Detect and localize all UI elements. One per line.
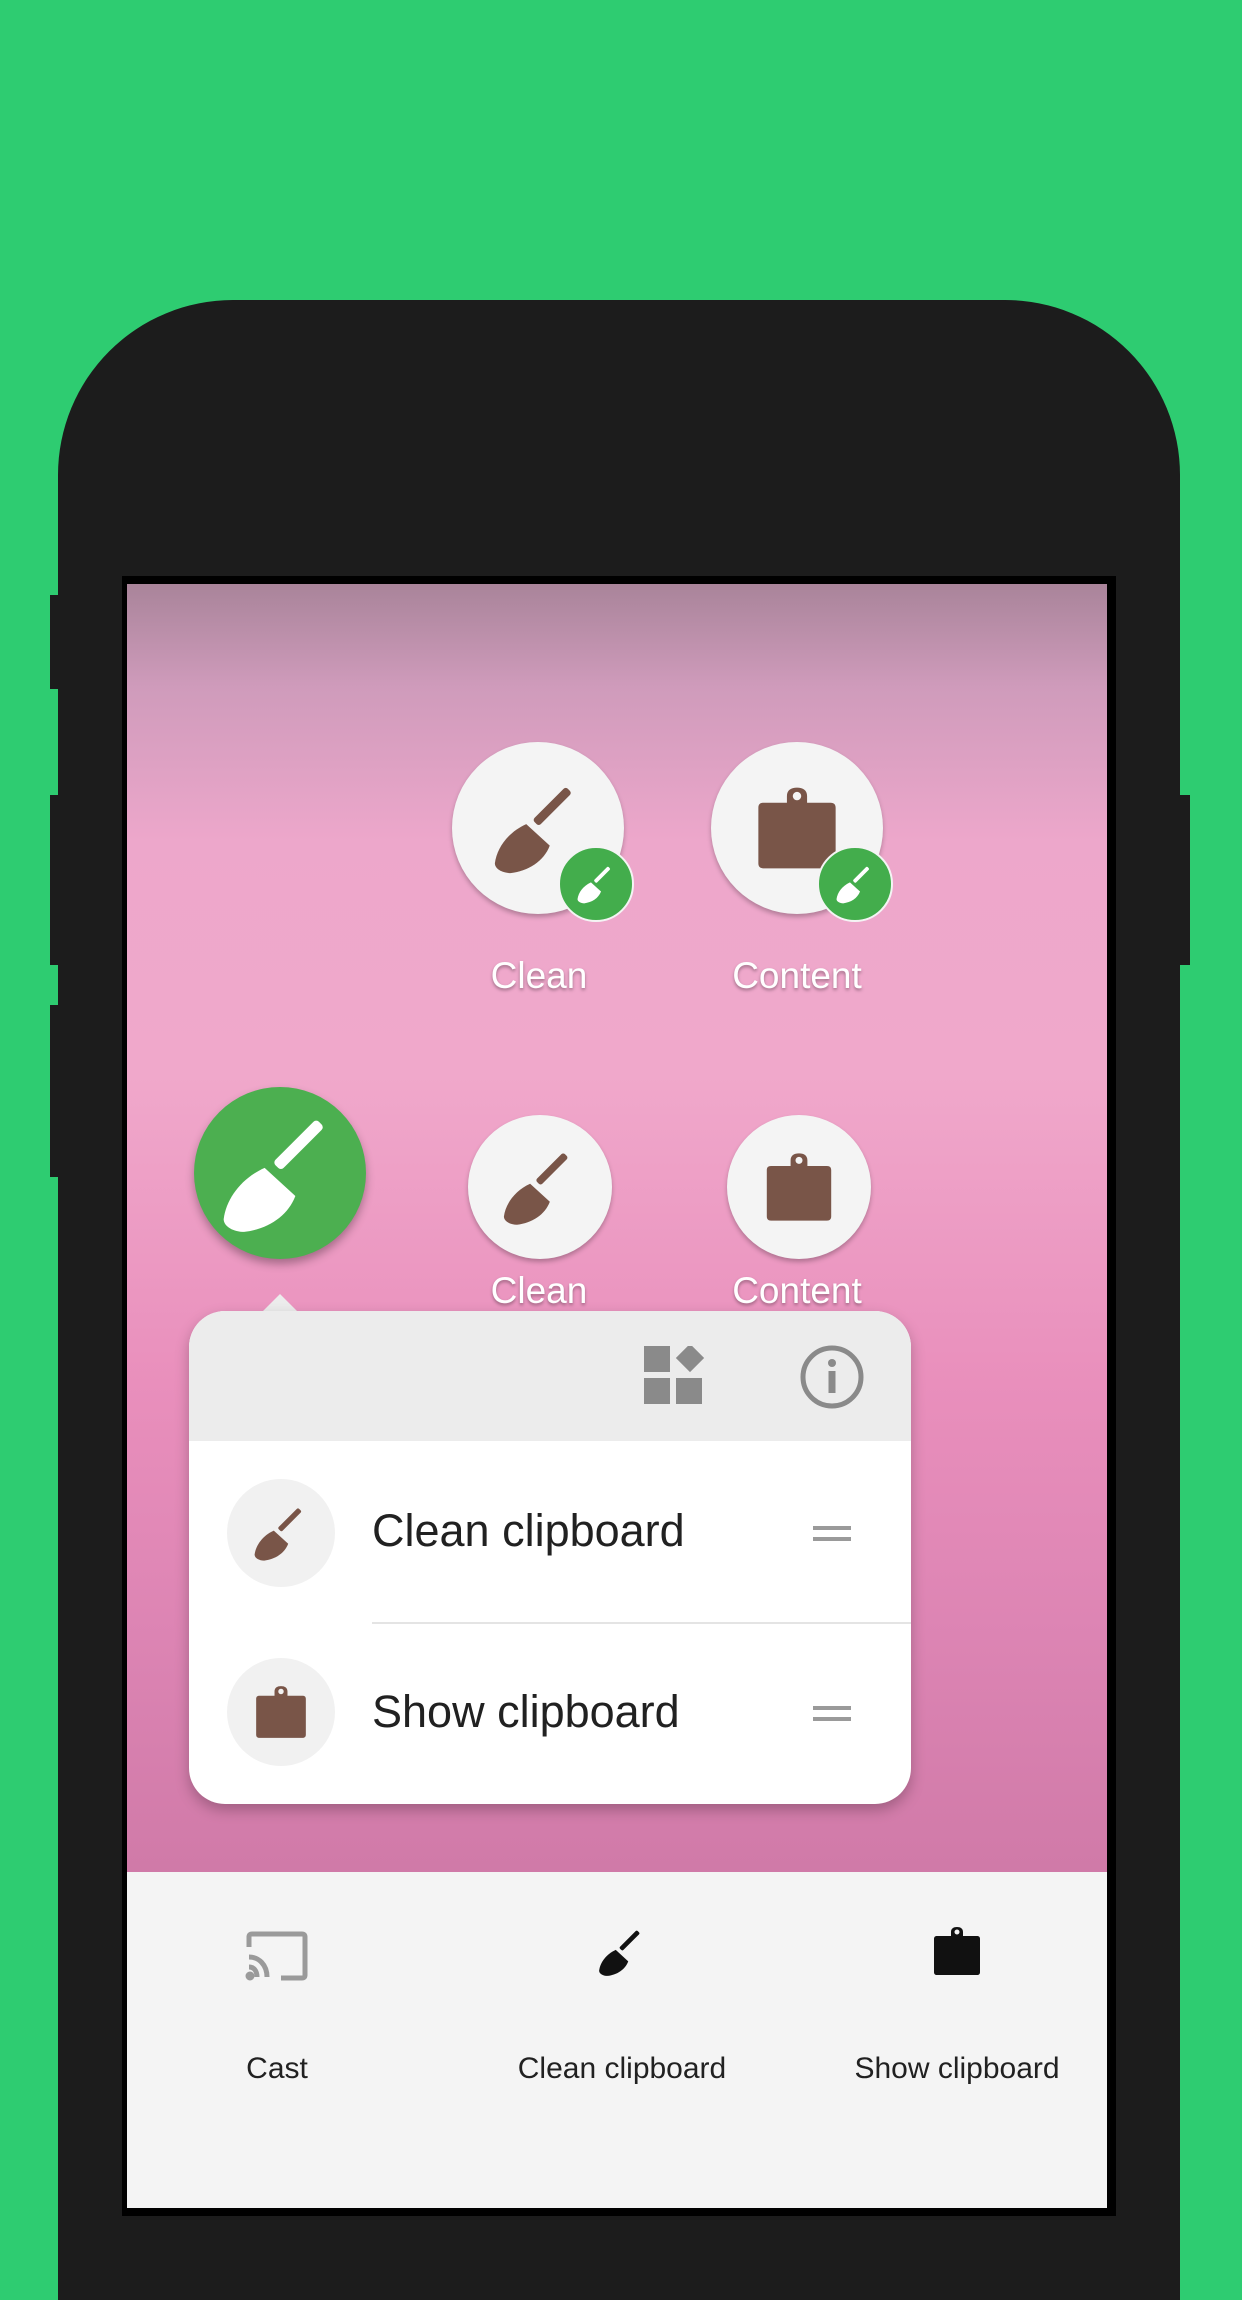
- popup-item-label: Show clipboard: [372, 1686, 680, 1737]
- shortcut-label: Content: [732, 955, 862, 996]
- broom-icon: [834, 863, 876, 905]
- popup-caret: [262, 1294, 298, 1312]
- app-label: Clean: [490, 1270, 588, 1311]
- phone-side-button: [50, 1005, 60, 1177]
- drag-handle-icon[interactable]: [813, 1706, 851, 1728]
- shortcuts-popup: Clean clipboard Show clipboard: [189, 1311, 911, 1804]
- clipboard-icon: [764, 1152, 834, 1222]
- tile-show-clipboard[interactable]: Show clipboard: [807, 1872, 1107, 2102]
- app-label: Content: [732, 1270, 862, 1311]
- phone-side-button: [50, 595, 60, 689]
- tile-cast[interactable]: Cast: [127, 1872, 427, 2102]
- cast-icon: [245, 1931, 308, 1981]
- popup-item-show-clipboard[interactable]: Show clipboard: [189, 1624, 911, 1804]
- drag-handle-icon[interactable]: [813, 1526, 851, 1548]
- broom-icon: [575, 863, 617, 905]
- app-badge-icon: [558, 846, 634, 922]
- quick-settings-panel: Cast Clean clipboard Show clipboard: [127, 1872, 1107, 2208]
- row-icon: [227, 1658, 335, 1766]
- phone-side-button: [1178, 795, 1190, 965]
- shortcut-content[interactable]: [711, 742, 893, 922]
- app-icon-clean[interactable]: [468, 1115, 612, 1259]
- tile-label: Clean clipboard: [517, 2052, 727, 2085]
- broom-icon: [499, 1146, 581, 1228]
- info-icon[interactable]: [799, 1344, 865, 1410]
- tile-label: Show clipboard: [854, 2052, 1060, 2085]
- shortcut-label: Clean: [490, 955, 588, 996]
- app-icon-clipboard-cleaner[interactable]: [194, 1087, 366, 1259]
- app-icon-content[interactable]: [727, 1115, 871, 1259]
- phone-side-button: [50, 795, 60, 965]
- broom-icon: [596, 1926, 648, 1978]
- clipboard-icon: [932, 1926, 982, 1976]
- popup-item-clean-clipboard[interactable]: Clean clipboard: [189, 1441, 911, 1621]
- app-badge-icon: [817, 846, 893, 922]
- broom-icon: [251, 1503, 311, 1563]
- broom-icon: [216, 1109, 344, 1237]
- popup-item-label: Clean clipboard: [372, 1505, 685, 1556]
- row-icon: [227, 1479, 335, 1587]
- clipboard-icon: [254, 1685, 308, 1739]
- widgets-icon[interactable]: [644, 1346, 706, 1408]
- tile-clean-clipboard[interactable]: Clean clipboard: [472, 1872, 772, 2102]
- shortcut-clean[interactable]: [452, 742, 634, 922]
- tile-label: Cast: [246, 2052, 308, 2085]
- popup-header: [189, 1311, 911, 1441]
